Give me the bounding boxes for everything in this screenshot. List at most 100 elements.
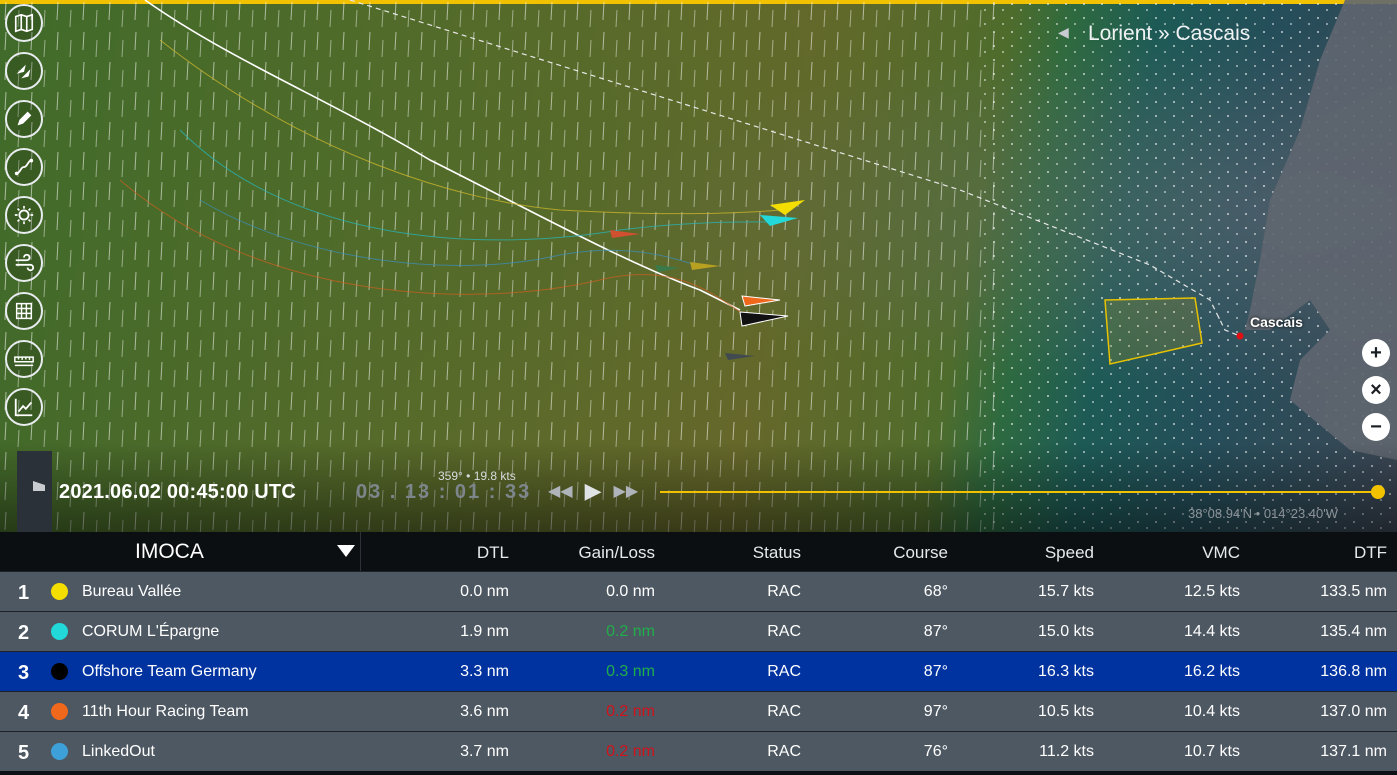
table-body: 1 Bureau Vallée 0.0 nm 0.0 nm RAC 68° 15.7 kts…: [0, 571, 1397, 771]
column-vmc[interactable]: VMC: [1202, 543, 1240, 563]
status-value: RAC: [767, 663, 801, 680]
boat-name: CORUM L'Épargne: [82, 623, 220, 640]
boat-color-dot: [51, 623, 68, 640]
speed-value: 10.5 kts: [1037, 703, 1094, 720]
status-value: RAC: [767, 623, 801, 640]
route-icon: [14, 158, 34, 176]
wind-tool-button[interactable]: [5, 244, 43, 282]
weather-icon: [14, 205, 34, 225]
race-map[interactable]: ◀ Lorient » Cascais Cascais + × − 359° •…: [0, 0, 1397, 532]
boat-color-dot: [51, 583, 68, 600]
race-datetime: 2021.06.02 00:45:00 UTC: [59, 481, 296, 503]
column-gain-loss[interactable]: Gain/Loss: [578, 543, 655, 563]
dtf-value: 135.4 nm: [1320, 623, 1387, 640]
rewind-icon[interactable]: ◀◀: [548, 481, 573, 501]
ruler-icon: [14, 356, 34, 367]
column-speed[interactable]: Speed: [1045, 543, 1094, 563]
zoom-in-button[interactable]: +: [1362, 339, 1390, 367]
reset-view-button[interactable]: ×: [1362, 376, 1390, 404]
column-status[interactable]: Status: [753, 543, 801, 563]
leg-title: Lorient » Cascais: [1088, 22, 1251, 45]
grid-icon: [15, 302, 33, 320]
dtf-value: 137.0 nm: [1320, 703, 1387, 720]
class-select-label: IMOCA: [135, 540, 204, 563]
boats-tool-button[interactable]: [5, 52, 43, 90]
flag-icon: [33, 481, 45, 491]
speed-value: 16.3 kts: [1037, 663, 1094, 680]
course-value: 76°: [923, 743, 948, 760]
dtl-value: 3.6 nm: [460, 703, 509, 720]
rank-number: 1: [18, 582, 30, 604]
column-course[interactable]: Course: [893, 543, 948, 563]
speed-value: 15.7 kts: [1037, 583, 1094, 600]
column-dtf[interactable]: DTF: [1354, 543, 1387, 563]
leg-back-icon[interactable]: ◀: [1058, 24, 1069, 41]
speed-value: 15.0 kts: [1037, 623, 1094, 640]
course-value: 68°: [923, 583, 948, 600]
timeline-track[interactable]: [660, 491, 1378, 493]
table-row[interactable]: 5 LinkedOut 3.7 nm 0.2 nm RAC 76° 11.2 kts 10.7…: [0, 731, 1397, 771]
gain-loss-value: 0.0 nm: [606, 583, 655, 600]
rank-number: 4: [18, 702, 30, 724]
vmc-value: 10.7 kts: [1183, 743, 1240, 760]
dtl-value: 3.7 nm: [460, 743, 509, 760]
boat-color-dot: [51, 743, 68, 760]
rank-number: 5: [18, 742, 30, 764]
column-dtl[interactable]: DTL: [477, 543, 509, 563]
playback-controls: ◀◀ ▶ ▶▶: [548, 478, 638, 504]
boat-color-dot: [51, 663, 68, 680]
gain-loss-value: 0.2 nm: [606, 703, 655, 720]
finish-marker: [1236, 332, 1244, 340]
wind-icon: [15, 253, 35, 272]
rank-number: 3: [18, 662, 30, 684]
chevron-down-icon: [337, 545, 355, 557]
speed-value: 11.2 kts: [1039, 743, 1094, 760]
play-icon[interactable]: ▶: [585, 478, 602, 504]
dtl-value: 0.0 nm: [460, 583, 509, 600]
vmc-value: 14.4 kts: [1183, 623, 1240, 640]
pencil-icon: [17, 111, 32, 126]
route-tool-button[interactable]: [5, 148, 43, 186]
table-row[interactable]: 1 Bureau Vallée 0.0 nm 0.0 nm RAC 68° 15.7 kts…: [0, 571, 1397, 611]
ruler-tool-button[interactable]: [5, 340, 43, 378]
dtf-value: 137.1 nm: [1320, 743, 1387, 760]
vmc-value: 12.5 kts: [1183, 583, 1240, 600]
boats-icon: [16, 64, 31, 79]
vmc-value: 10.4 kts: [1183, 703, 1240, 720]
dtl-value: 1.9 nm: [460, 623, 509, 640]
boat-name: Bureau Vallée: [82, 583, 182, 600]
elapsed-time: 03 . 13 : 01 : 33: [356, 481, 532, 503]
status-value: RAC: [767, 703, 801, 720]
course-value: 97°: [923, 703, 948, 720]
table-row[interactable]: 3 Offshore Team Germany 3.3 nm 0.3 nm RAC 87°…: [0, 651, 1397, 691]
boat-name: 11th Hour Racing Team: [82, 703, 249, 720]
weather-tool-button[interactable]: [5, 196, 43, 234]
pencil-tool-button[interactable]: [5, 100, 43, 138]
table-header: IMOCA DTL Gain/Loss Status Course Speed …: [0, 532, 1397, 571]
class-select[interactable]: IMOCA: [0, 532, 361, 571]
course-value: 87°: [923, 663, 948, 680]
map-toolbar: [5, 4, 47, 436]
dtl-value: 3.3 nm: [460, 663, 509, 680]
boat-name: Offshore Team Germany: [82, 663, 257, 680]
ranking-table: IMOCA DTL Gain/Loss Status Course Speed …: [0, 532, 1397, 775]
status-value: RAC: [767, 583, 801, 600]
playback-side-tab[interactable]: [17, 451, 52, 532]
chart-icon: [14, 398, 33, 417]
table-row[interactable]: 2 CORUM L'Épargne 1.9 nm 0.2 nm RAC 87° 15.0 k…: [0, 611, 1397, 651]
vmc-value: 16.2 kts: [1183, 663, 1240, 680]
zoom-out-button[interactable]: −: [1362, 413, 1390, 441]
dtf-value: 133.5 nm: [1320, 583, 1387, 600]
gain-loss-value: 0.2 nm: [606, 623, 655, 640]
chart-tool-button[interactable]: [5, 388, 43, 426]
map-tool-button[interactable]: [5, 4, 43, 42]
cascais-label: Cascais: [1250, 314, 1303, 330]
table-row[interactable]: 4 11th Hour Racing Team 3.6 nm 0.2 nm RAC 97°…: [0, 691, 1397, 731]
fast-forward-icon[interactable]: ▶▶: [614, 481, 639, 501]
course-value: 87°: [923, 623, 948, 640]
gain-loss-value: 0.2 nm: [606, 743, 655, 760]
boat-color-dot: [51, 703, 68, 720]
timeline-knob[interactable]: [1371, 485, 1385, 499]
boat-name: LinkedOut: [82, 743, 155, 760]
grid-tool-button[interactable]: [5, 292, 43, 330]
